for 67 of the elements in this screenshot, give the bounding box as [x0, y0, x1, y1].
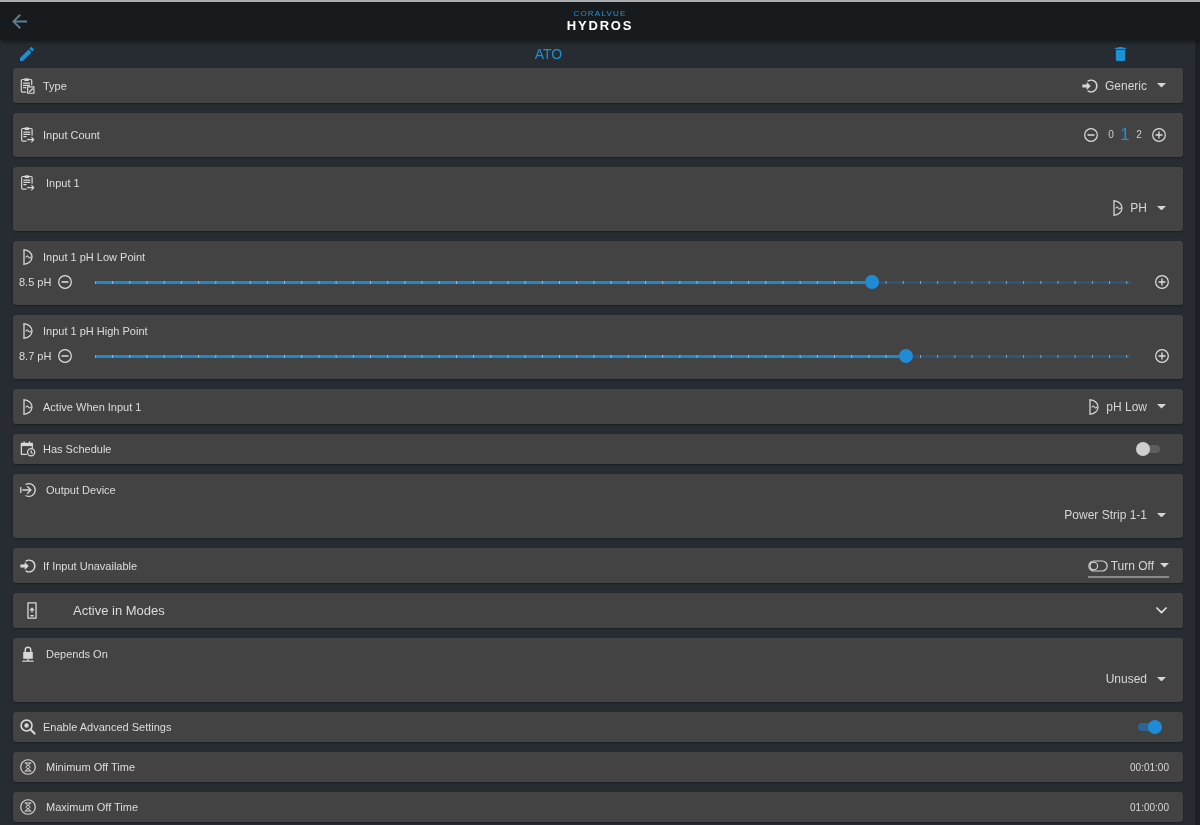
slider-thumb[interactable]	[899, 349, 914, 363]
plus-circle-icon[interactable]	[1152, 128, 1166, 142]
page-title: ATO	[533, 46, 564, 62]
sensor-icon	[23, 398, 33, 415]
dropdown[interactable]: pH Low	[1089, 398, 1166, 415]
dropdown[interactable]: Power Strip 1-1	[1064, 507, 1166, 523]
dropdown[interactable]: PH	[1113, 200, 1166, 216]
count-option[interactable]: 0	[1104, 126, 1118, 144]
setting-label: Input 1 pH Low Point	[43, 251, 146, 263]
chevron-down-icon[interactable]	[1156, 607, 1167, 614]
lock-icon	[22, 646, 34, 662]
caret-down-icon	[1160, 563, 1169, 568]
sensor-icon	[1089, 398, 1100, 415]
time-value[interactable]: 00:01:00	[1130, 761, 1169, 773]
hourglass-icon	[20, 799, 36, 815]
clipboard-arrow-icon	[20, 127, 36, 143]
calendar-clock-icon	[20, 441, 36, 457]
phone-icon	[27, 602, 37, 619]
setting-label: Input 1	[46, 177, 80, 189]
slider-value: 8.5 pH	[19, 276, 52, 288]
toggle-icon	[1087, 559, 1108, 572]
count-option[interactable]: 2	[1132, 126, 1146, 144]
setting-label: Minimum Off Time	[46, 761, 136, 773]
sensor-icon	[23, 249, 33, 265]
pencil-icon[interactable]	[20, 47, 34, 61]
setting-label: If Input Unavailable	[43, 559, 138, 572]
clipboard-arrow-icon	[20, 175, 36, 191]
slider-thumb[interactable]	[865, 275, 880, 289]
plus-circle-icon[interactable]	[1155, 349, 1169, 363]
magnifier-icon	[20, 719, 36, 735]
toggle-switch[interactable]	[1136, 442, 1162, 456]
setting-label: Enable Advanced Settings	[43, 721, 172, 733]
setting-label: Output Device	[46, 484, 116, 496]
back-arrow-icon[interactable]	[12, 13, 27, 29]
sensor-icon	[1113, 200, 1124, 216]
setting-label: Type	[43, 79, 67, 92]
caret-down-icon	[1157, 676, 1166, 682]
dropdown[interactable]: Turn Off	[1087, 558, 1169, 578]
setting-label: Depends On	[46, 648, 108, 660]
time-value[interactable]: 01:00:00	[1130, 801, 1169, 813]
caret-down-icon	[1157, 404, 1166, 409]
trash-icon[interactable]	[1115, 47, 1126, 61]
toggle-switch[interactable]	[1136, 720, 1162, 734]
plus-circle-icon[interactable]	[1155, 275, 1169, 289]
caret-down-icon	[1157, 83, 1166, 88]
setting-label: Active in Modes	[73, 603, 165, 618]
hourglass-icon	[20, 759, 36, 775]
slider-value: 8.7 pH	[19, 350, 52, 362]
arrow-in-circle-icon	[20, 557, 36, 574]
logo-wordmark: HYDROS	[566, 19, 634, 32]
setting-label: Active When Input 1	[43, 400, 142, 413]
caret-down-icon	[1157, 205, 1166, 211]
dropdown[interactable]: Unused	[1105, 671, 1166, 687]
arrow-in-circle-icon	[20, 482, 36, 498]
minus-circle-icon[interactable]	[1084, 128, 1098, 142]
sensor-icon	[23, 323, 33, 339]
setting-label: Maximum Off Time	[46, 801, 139, 813]
setting-label: Has Schedule	[43, 443, 112, 455]
dropdown[interactable]: Generic	[1081, 78, 1166, 93]
setting-label: Input 1 pH High Point	[43, 325, 148, 337]
minus-circle-icon[interactable]	[58, 275, 73, 289]
minus-circle-icon[interactable]	[58, 349, 73, 363]
caret-down-icon	[1157, 512, 1166, 518]
arrow-in-circle-icon	[1081, 78, 1098, 93]
setting-label: Input Count	[43, 129, 100, 141]
clipboard-edit-icon	[20, 77, 36, 94]
logo-tagline: CORALVUE	[573, 10, 627, 18]
